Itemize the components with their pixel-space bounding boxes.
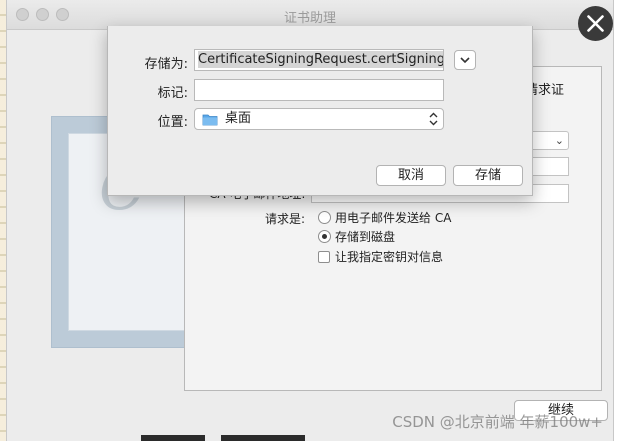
save-dialog-sheet: 存储为: CertificateSigningRequest.certSigni… [107, 26, 533, 196]
option-save-to-disk[interactable]: 存储到磁盘 [318, 228, 395, 245]
checkbox[interactable] [318, 250, 330, 263]
bottom-fragment [141, 435, 205, 441]
close-icon [587, 15, 604, 32]
window-title: 证书助理 [283, 11, 336, 26]
option-specify-key-pair[interactable]: 让我指定密钥对信息 [318, 248, 443, 265]
radio-button-selected[interactable] [318, 230, 331, 243]
tags-input[interactable] [194, 79, 444, 101]
where-label: 位置: [157, 115, 188, 130]
cancel-button[interactable]: 取消 [376, 165, 446, 186]
chevron-down-icon [460, 57, 470, 64]
screen: 证书助理 C 请求证 ⌄ CA 电子邮件地址: 请求是: 用电子邮件发送给 CA [0, 0, 619, 441]
watermark-text: CSDN @北京前端 年薪100w+ [392, 413, 603, 431]
request-is-label: 请求是: [265, 212, 306, 226]
option-email-to-ca[interactable]: 用电子邮件发送给 CA [318, 209, 451, 226]
save-as-input[interactable]: CertificateSigningRequest.certSigningRe [194, 49, 444, 71]
expand-dialog-button[interactable] [454, 50, 476, 70]
overlay-close-button[interactable] [578, 6, 613, 41]
updown-chevron-icon [429, 112, 438, 126]
folder-icon [202, 114, 218, 126]
bottom-fragment [221, 435, 305, 441]
option-label: 让我指定密钥对信息 [335, 250, 444, 264]
filename-text: CertificateSigningRequest.certSigningRe [198, 51, 443, 68]
option-label: 存储到磁盘 [335, 230, 396, 244]
save-as-label: 存储为: [144, 57, 188, 72]
option-label: 用电子邮件发送给 CA [335, 211, 452, 225]
chevron-down-icon: ⌄ [554, 134, 564, 147]
where-popup-button[interactable]: 桌面 [194, 108, 444, 130]
tags-label: 标记: [157, 86, 188, 101]
where-value: 桌面 [225, 111, 252, 126]
certificate-assistant-window: 证书助理 C 请求证 ⌄ CA 电子邮件地址: 请求是: 用电子邮件发送给 CA [6, 0, 614, 441]
save-button[interactable]: 存储 [453, 165, 523, 186]
radio-button[interactable] [318, 211, 331, 224]
